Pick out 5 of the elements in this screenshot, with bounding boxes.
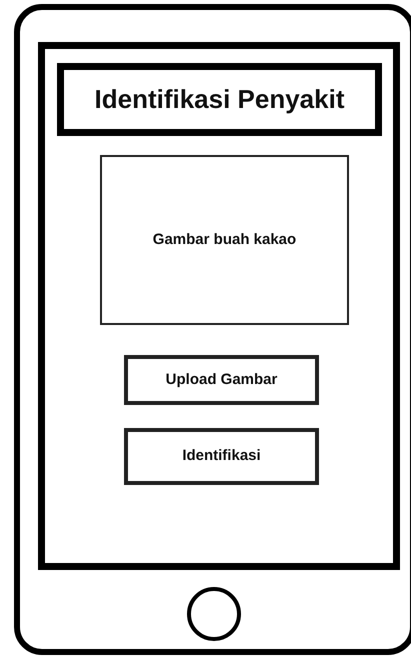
identify-button[interactable]: Identifikasi bbox=[124, 428, 319, 485]
home-button[interactable] bbox=[187, 587, 241, 641]
image-label: Gambar buah kakao bbox=[152, 230, 296, 250]
app-title: Identifikasi Penyakit bbox=[57, 63, 382, 136]
upload-button[interactable]: Upload Gambar bbox=[124, 355, 319, 405]
